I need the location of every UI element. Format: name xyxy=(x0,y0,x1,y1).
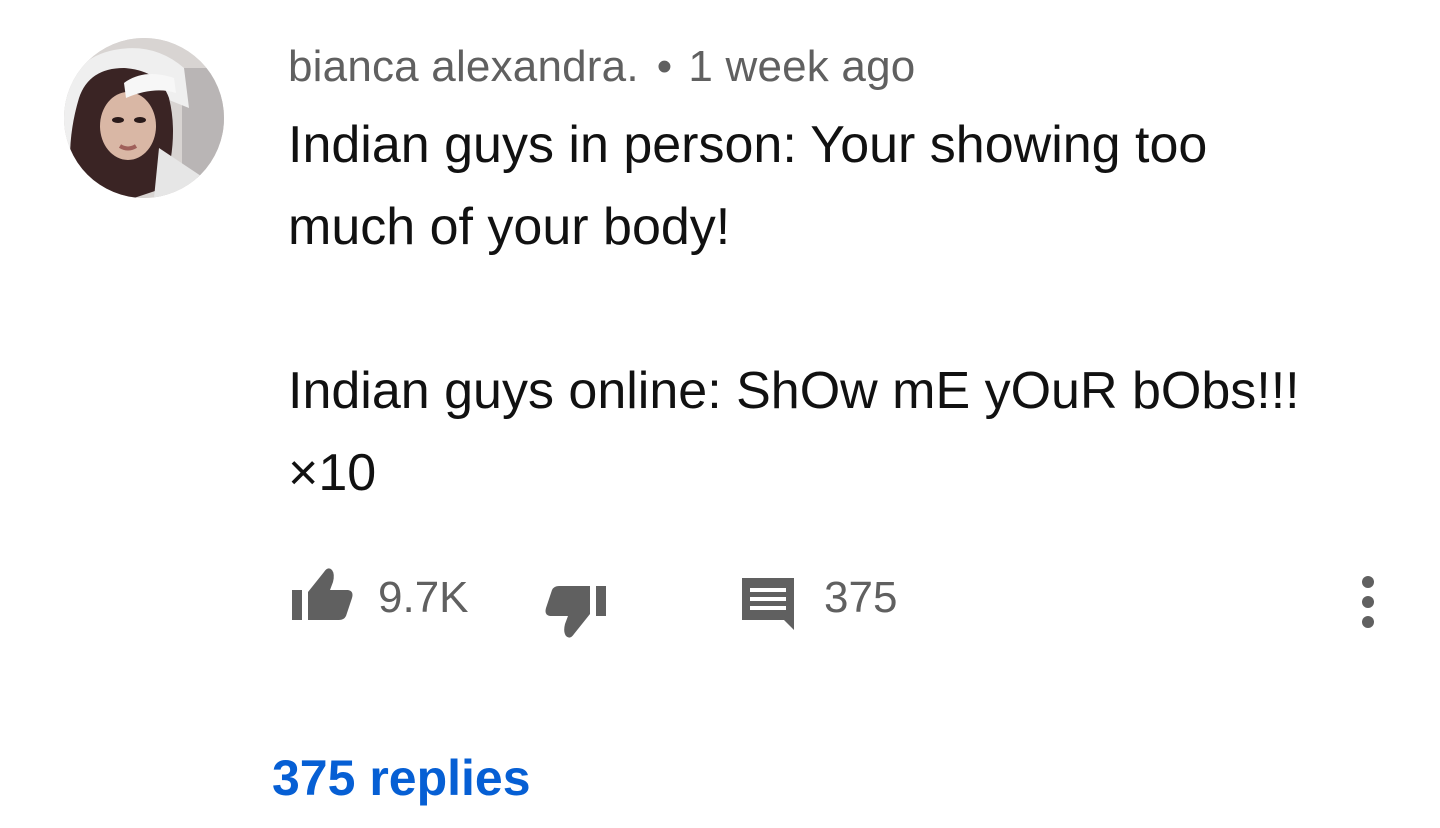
thumbs-down-icon[interactable] xyxy=(544,582,608,642)
more-vertical-icon[interactable] xyxy=(1354,574,1382,630)
separator-dot: • xyxy=(656,42,673,91)
view-replies-link[interactable]: 375 replies xyxy=(272,748,531,808)
comment-line: ×10 xyxy=(288,444,377,502)
author-name[interactable]: bianca alexandra. xyxy=(288,42,639,91)
comment-line: Indian guys online: ShOw mE yOuR bObs!!! xyxy=(288,362,1300,420)
comment-header: bianca alexandra. • 1 week ago xyxy=(288,40,915,94)
user-avatar-icon xyxy=(64,38,224,198)
comment-line: much of your body! xyxy=(288,198,731,256)
comment-line: Indian guys in person: Your showing too xyxy=(288,116,1208,174)
comment-blank-line xyxy=(288,268,1408,350)
comment-body: Indian guys in person: Your showing too … xyxy=(288,104,1408,514)
author-avatar[interactable] xyxy=(64,38,224,198)
comment-icon[interactable] xyxy=(740,576,798,632)
reply-count: 375 xyxy=(824,573,898,622)
comment-actions: 9.7K 375 xyxy=(288,560,1388,640)
comment-card: bianca alexandra. • 1 week ago Indian guys… xyxy=(0,0,1440,828)
like-count: 9.7K xyxy=(378,573,469,622)
thumbs-up-icon[interactable] xyxy=(290,564,354,624)
comment-timestamp[interactable]: 1 week ago xyxy=(688,42,915,91)
